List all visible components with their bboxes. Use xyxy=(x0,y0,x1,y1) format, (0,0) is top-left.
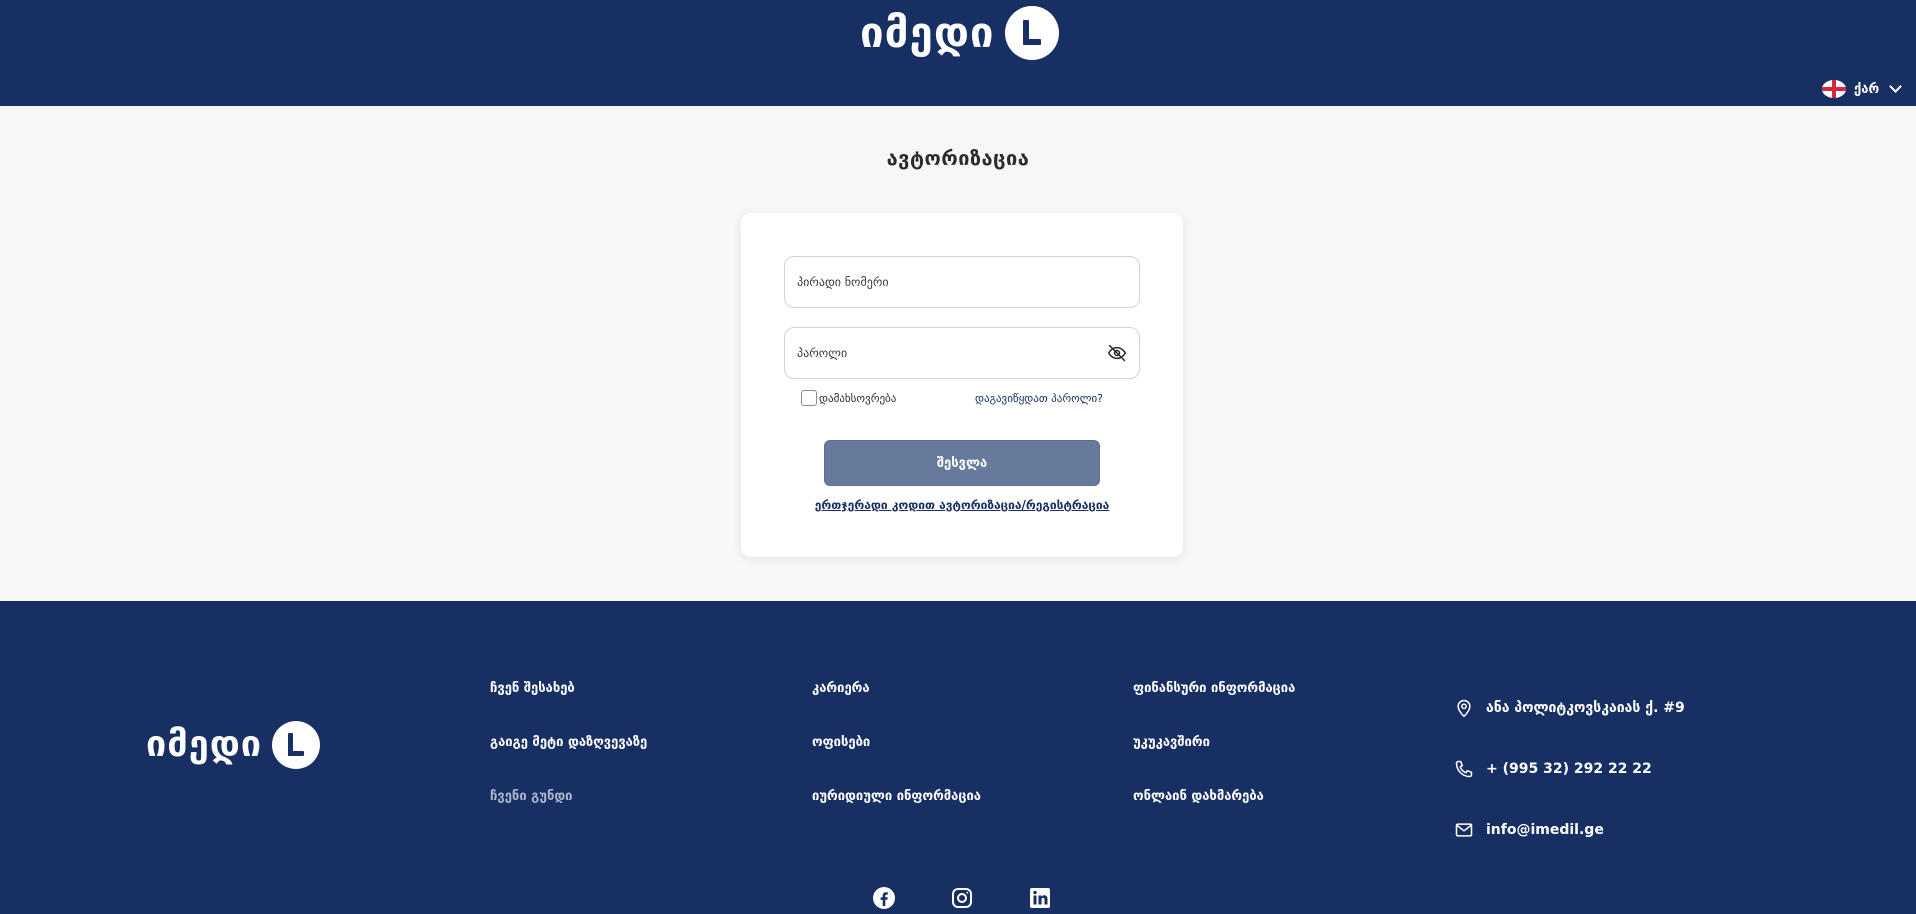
remember-label: დამახსოვრება xyxy=(819,391,897,405)
footer-logo[interactable]: იმედი xyxy=(146,721,321,769)
language-selector[interactable]: ქარ xyxy=(1822,80,1903,98)
logo-wordmark: იმედი xyxy=(860,8,995,57)
location-pin-icon xyxy=(1457,699,1471,717)
footer-logo-wordmark: იმედი xyxy=(146,724,263,765)
page-title: ავტორიზაცია xyxy=(886,146,1030,170)
email-text: info@imedil.ge xyxy=(1486,821,1604,838)
footer-link-offices[interactable]: ოფისები xyxy=(812,735,981,789)
facebook-icon[interactable] xyxy=(872,886,896,910)
phone-icon xyxy=(1455,760,1473,777)
logo-l-mark-icon xyxy=(1004,6,1059,60)
eye-off-icon[interactable] xyxy=(1107,343,1127,363)
site-footer: იმედი ჩვენ შესახებ გაიგე მეტი დაზღვევაზე… xyxy=(0,601,1916,914)
remember-checkbox[interactable] xyxy=(801,390,817,406)
footer-link-feedback[interactable]: უკუკავშირი xyxy=(1133,735,1295,789)
password-field[interactable] xyxy=(784,327,1140,379)
footer-link-online-help[interactable]: ონლაინ დახმარება xyxy=(1133,789,1295,843)
contact-email[interactable]: info@imedil.ge xyxy=(1454,799,1685,860)
contact-address: ანა პოლიტკოვსკაიას ქ. #9 xyxy=(1454,677,1685,738)
footer-link-learn-insurance[interactable]: გაიგე მეტი დაზღვევაზე xyxy=(490,735,647,789)
language-label: ქარ xyxy=(1854,81,1880,97)
address-text: ანა პოლიტკოვსკაიას ქ. #9 xyxy=(1486,699,1685,716)
footer-column-2: კარიერა ოფისები იურიდიული ინფორმაცია xyxy=(812,681,981,843)
social-links xyxy=(872,886,1052,910)
contact-phone[interactable]: + (995 32) 292 22 22 xyxy=(1454,738,1685,799)
footer-column-1: ჩვენ შესახებ გაიგე მეტი დაზღვევაზე ჩვენი… xyxy=(490,681,647,843)
footer-column-3: ფინანსური ინფორმაცია უკუკავშირი ონლაინ დ… xyxy=(1133,681,1295,843)
remember-me[interactable]: დამახსოვრება xyxy=(801,390,896,406)
georgia-flag-icon xyxy=(1822,80,1846,98)
phone-text: + (995 32) 292 22 22 xyxy=(1486,760,1652,777)
personal-id-input[interactable] xyxy=(797,275,1127,289)
footer-link-team[interactable]: ჩვენი გუნდი xyxy=(490,789,647,843)
mail-icon xyxy=(1455,822,1473,837)
login-card: დამახსოვრება დაგავიწყდათ პაროლი? შესვლა … xyxy=(741,213,1183,557)
footer-link-financial-info[interactable]: ფინანსური ინფორმაცია xyxy=(1133,681,1295,735)
instagram-icon[interactable] xyxy=(950,886,974,910)
forgot-password-link[interactable]: დაგავიწყდათ პაროლი? xyxy=(975,392,1103,405)
footer-link-legal-info[interactable]: იურიდიული ინფორმაცია xyxy=(812,789,981,843)
footer-link-about[interactable]: ჩვენ შესახებ xyxy=(490,681,647,735)
chevron-down-icon xyxy=(1889,80,1903,93)
linkedin-icon[interactable] xyxy=(1028,886,1052,910)
personal-id-field[interactable] xyxy=(784,256,1140,308)
otp-auth-link[interactable]: ერთჯერადი კოდით ავტორიზაცია/რეგისტრაცია xyxy=(741,498,1183,512)
site-header: იმედი ქარ xyxy=(0,0,1916,106)
login-button[interactable]: შესვლა xyxy=(824,440,1100,486)
footer-link-careers[interactable]: კარიერა xyxy=(812,681,981,735)
header-logo[interactable]: იმედი xyxy=(860,6,1059,60)
footer-contacts: ანა პოლიტკოვსკაიას ქ. #9 + (995 32) 292 … xyxy=(1454,677,1685,860)
footer-logo-l-mark-icon xyxy=(272,721,321,769)
password-input[interactable] xyxy=(797,346,1107,360)
